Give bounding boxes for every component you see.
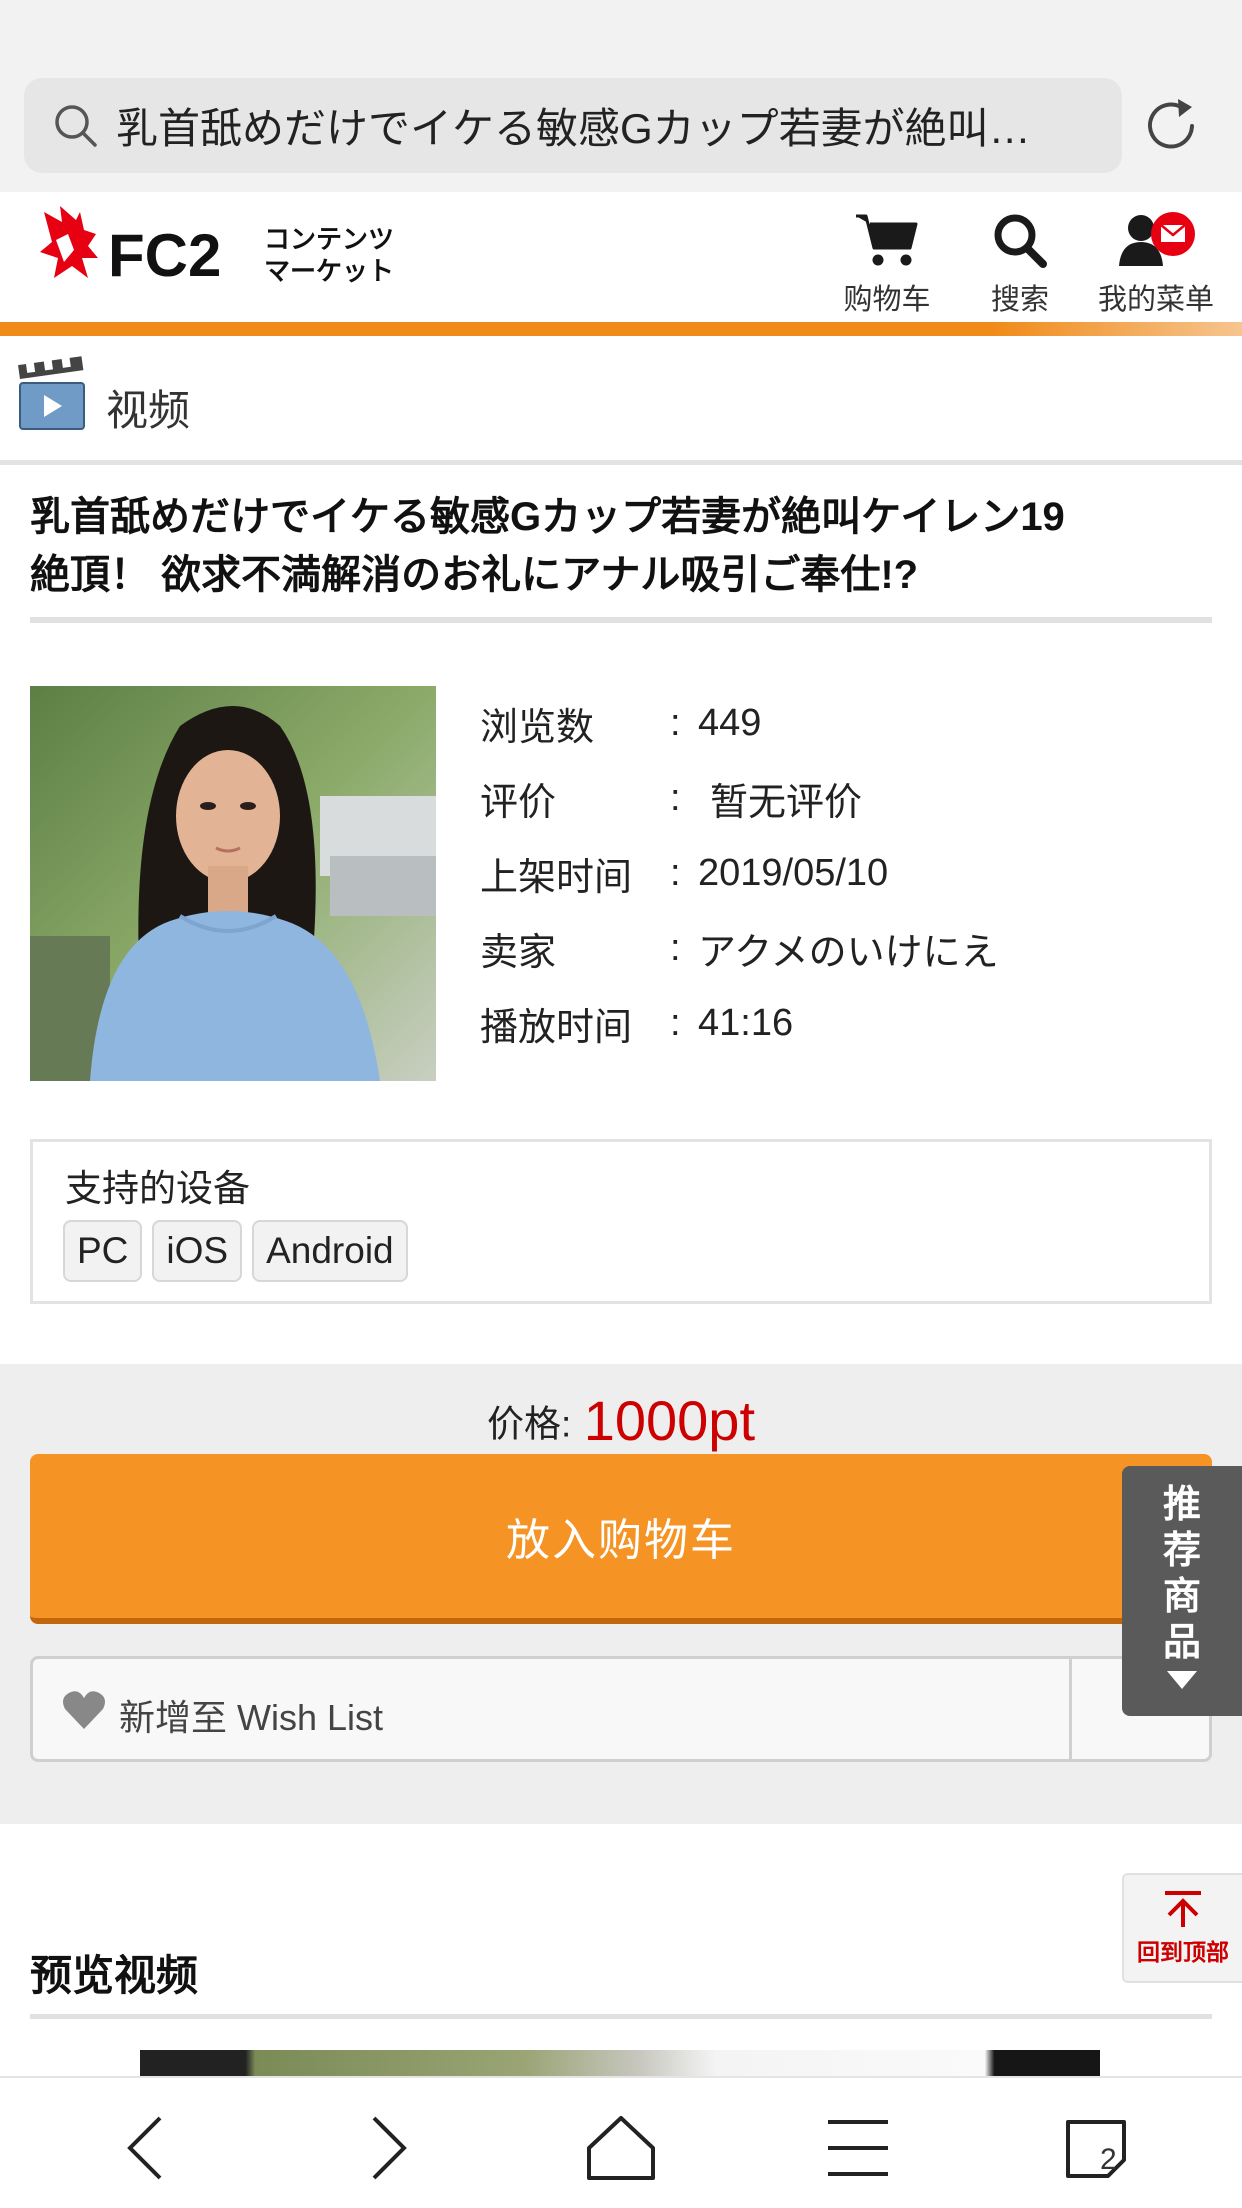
info-row-rating: 评价 : 暂无评价 <box>480 768 862 828</box>
info-row-seller: 卖家 : アクメのいけにえ <box>480 918 999 978</box>
header-search-button[interactable]: 搜索 <box>955 210 1085 320</box>
search-icon <box>55 104 97 147</box>
price-value: 1000pt <box>583 1389 755 1452</box>
product-title: 乳首舐めだけでイケる敏感Gカップ若妻が絶叫ケイレン19 絶頂！ 欲求不満解消のお… <box>30 488 1210 604</box>
supported-devices-title: 支持的设备 <box>65 1168 250 1209</box>
device-tag-android: Android <box>252 1220 408 1282</box>
add-to-cart-button[interactable]: 放入购物车 <box>30 1454 1212 1624</box>
product-title-line2: 絶頂！ 欲求不満解消のお礼にアナル吸引ご奉仕!? <box>30 553 919 597</box>
logo-sub-line2: マーケット <box>264 257 394 287</box>
device-tag-ios: iOS <box>152 1220 243 1282</box>
back-arrow-icon[interactable] <box>108 2108 188 2188</box>
search-label: 搜索 <box>990 284 1049 316</box>
device-tag-pc: PC <box>63 1220 143 1282</box>
info-value: 449 <box>698 701 762 744</box>
triangle-down-icon <box>1167 1671 1197 1689</box>
info-row-views: 浏览数 : 449 <box>480 693 761 753</box>
info-label: 播放时间 <box>480 1006 633 1049</box>
back-to-top-button[interactable]: 回到顶部 <box>1122 1873 1242 1983</box>
recommended-label: 推 荐 商 品 <box>1162 1484 1201 1664</box>
url-text: 乳首舐めだけでイケる敏感Gカップ若妻が絶叫… <box>116 105 1031 152</box>
add-to-wishlist-button[interactable]: 新增至 Wish List <box>30 1656 1212 1762</box>
product-thumbnail[interactable] <box>30 686 436 1081</box>
info-row-release-date: 上架时间 : 2019/05/10 <box>480 843 888 903</box>
url-field[interactable]: 乳首舐めだけでイケる敏感Gカップ若妻が絶叫… <box>24 78 1122 173</box>
info-label: 卖家 <box>480 931 557 974</box>
price-label: 价格: <box>486 1403 572 1445</box>
info-row-duration: 播放时间 : 41:16 <box>480 993 793 1053</box>
category-label: 视频 <box>106 387 191 434</box>
wishlist-label: 新增至 Wish List <box>119 1697 384 1738</box>
seller-link[interactable]: アクメのいけにえ <box>698 921 999 976</box>
search-icon <box>994 214 1047 268</box>
info-label: 上架时间 <box>480 856 633 899</box>
tabs-icon[interactable] <box>1056 2108 1136 2188</box>
fc2-logo[interactable]: FC2 コンテンツ マーケット <box>32 200 422 300</box>
video-clapper-icon <box>18 354 85 430</box>
logo-sub-line1: コンテンツ <box>264 225 394 255</box>
cart-label: 购物车 <box>843 284 931 316</box>
mymenu-label: 我的菜单 <box>1097 284 1214 316</box>
recommended-products-tab[interactable]: 推 荐 商 品 <box>1122 1466 1242 1716</box>
menu-icon[interactable] <box>818 2108 898 2188</box>
product-title-line1: 乳首舐めだけでイケる敏感Gカップ若妻が絶叫ケイレン19 <box>30 495 1065 539</box>
header-cart-button[interactable]: 购物车 <box>822 210 952 320</box>
preview-heading: 预览视频 <box>30 1952 199 1999</box>
divider <box>1069 1659 1072 1759</box>
info-value: 2019/05/10 <box>698 851 889 894</box>
price-line: 价格: 1000pt <box>0 1388 1242 1453</box>
category-row: 视频 <box>0 345 1242 465</box>
reload-icon[interactable] <box>1140 95 1202 157</box>
logo-text: FC2 <box>108 222 221 289</box>
arrow-up-icon <box>1165 1891 1201 1927</box>
site-header: FC2 コンテンツ マーケット 购物车 搜索 我的菜单 <box>0 192 1242 322</box>
user-mail-icon <box>1119 212 1195 266</box>
info-value: 暂无评价 <box>710 781 863 824</box>
cart-icon <box>856 214 918 266</box>
divider <box>30 617 1212 623</box>
forward-arrow-icon[interactable] <box>346 2108 426 2188</box>
browser-address-bar: 乳首舐めだけでイケる敏感Gカップ若妻が絶叫… <box>0 0 1242 192</box>
browser-bottom-toolbar <box>0 2076 1242 2208</box>
info-label: 浏览数 <box>480 706 595 749</box>
heart-icon <box>63 1691 105 1729</box>
tab-count: 2 <box>1100 2143 1117 2176</box>
device-tags: PC iOS Android <box>63 1220 408 1282</box>
back-to-top-label: 回到顶部 <box>1137 1939 1229 1965</box>
info-label: 评价 <box>480 781 557 824</box>
supported-devices-box: 支持的设备 PC iOS Android <box>30 1139 1212 1304</box>
divider <box>30 2014 1212 2019</box>
home-icon[interactable] <box>581 2108 661 2188</box>
header-mymenu-button[interactable]: 我的菜单 <box>1086 210 1226 320</box>
banner-strip[interactable] <box>0 322 1242 336</box>
purchase-section: 价格: 1000pt 放入购物车 新增至 Wish List <box>0 1364 1242 1824</box>
info-value: 41:16 <box>698 1001 794 1044</box>
